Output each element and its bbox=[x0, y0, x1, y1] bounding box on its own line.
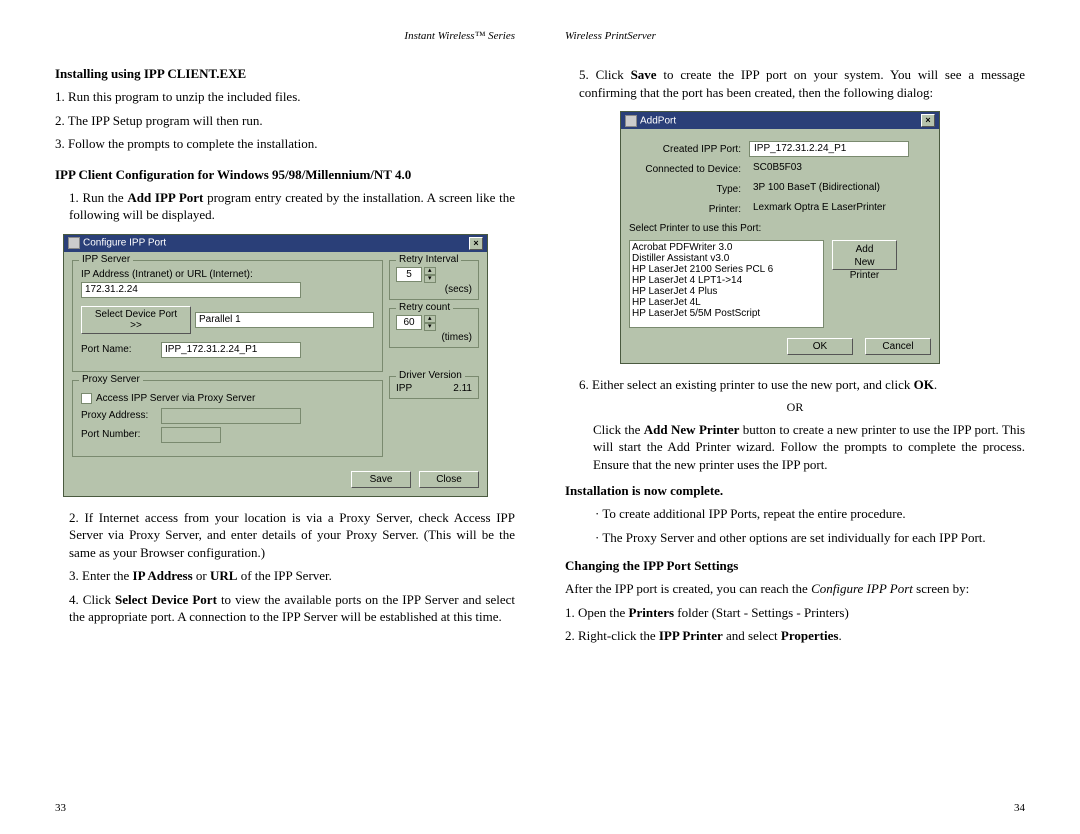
retry-interval-group: Retry Interval 5 ▴▾ (secs) bbox=[389, 260, 479, 300]
dialog-title: Configure IPP Port bbox=[83, 238, 166, 249]
retry-interval-input[interactable]: 5 bbox=[396, 267, 422, 282]
port-name-label: Port Name: bbox=[81, 344, 161, 355]
proxy-port-label: Port Number: bbox=[81, 429, 161, 440]
or-separator: OR bbox=[565, 400, 1025, 415]
left-page: Instant Wireless™ Series Installing usin… bbox=[30, 30, 540, 814]
step-text: 3. Enter the IP Address or URL of the IP… bbox=[55, 567, 515, 585]
type-value: 3P 100 BaseT (Bidirectional) bbox=[749, 181, 909, 197]
list-item[interactable]: HP LaserJet 4 LPT1->14 bbox=[632, 275, 821, 286]
unit-label: (times) bbox=[396, 332, 472, 343]
dialog-titlebar: AddPort × bbox=[621, 112, 939, 129]
close-icon[interactable]: × bbox=[921, 114, 935, 127]
bullet-text: · The Proxy Server and other options are… bbox=[595, 529, 1025, 547]
group-label: Retry Interval bbox=[396, 254, 461, 265]
retry-count-group: Retry count 60 ▴▾ (times) bbox=[389, 308, 479, 348]
list-item[interactable]: Distiller Assistant v3.0 bbox=[632, 253, 821, 264]
list-item[interactable]: HP LaserJet 5/5M PostScript bbox=[632, 308, 821, 319]
ip-url-input[interactable]: 172.31.2.24 bbox=[81, 282, 301, 298]
add-new-printer-button[interactable]: Add New Printer bbox=[832, 240, 897, 270]
proxy-checkbox[interactable] bbox=[81, 393, 92, 404]
group-label: IPP Server bbox=[79, 254, 133, 265]
proxy-port-input[interactable] bbox=[161, 427, 221, 443]
list-item[interactable]: HP LaserJet 4 Plus bbox=[632, 286, 821, 297]
list-item[interactable]: HP LaserJet 4L bbox=[632, 297, 821, 308]
list-item[interactable]: Acrobat PDFWriter 3.0 bbox=[632, 242, 821, 253]
ipp-server-group: IPP Server IP Address (Intranet) or URL … bbox=[72, 260, 383, 372]
port-name-input[interactable]: IPP_172.31.2.24_P1 bbox=[161, 342, 301, 358]
spinner-icon[interactable]: ▴▾ bbox=[424, 315, 436, 331]
proxy-server-group: Proxy Server Access IPP Server via Proxy… bbox=[72, 380, 383, 457]
heading-ipp-config: IPP Client Configuration for Windows 95/… bbox=[55, 167, 515, 183]
configure-ipp-port-dialog: Configure IPP Port × IPP Server IP Addre… bbox=[63, 234, 488, 497]
step-text: 2. If Internet access from your location… bbox=[55, 509, 515, 562]
retry-count-input[interactable]: 60 bbox=[396, 315, 422, 330]
step-text: 1. Run this program to unzip the include… bbox=[55, 88, 515, 106]
proxy-address-label: Proxy Address: bbox=[81, 410, 161, 421]
dialog-titlebar: Configure IPP Port × bbox=[64, 235, 487, 252]
app-icon bbox=[68, 237, 80, 249]
connected-device-value: SC0B5F03 bbox=[749, 161, 909, 177]
select-device-port-button[interactable]: Select Device Port >> bbox=[81, 306, 191, 334]
created-port-label: Created IPP Port: bbox=[629, 144, 749, 155]
app-icon bbox=[625, 115, 637, 127]
step-text: 1. Open the Printers folder (Start - Set… bbox=[565, 604, 1025, 622]
step-text: 2. The IPP Setup program will then run. bbox=[55, 112, 515, 130]
dialog-title: AddPort bbox=[640, 115, 676, 126]
group-label: Proxy Server bbox=[79, 374, 143, 385]
page-number: 33 bbox=[55, 802, 515, 814]
heading-change-settings: Changing the IPP Port Settings bbox=[565, 558, 1025, 574]
right-page: Wireless PrintServer 5. Click Save to cr… bbox=[540, 30, 1050, 814]
unit-label: (secs) bbox=[396, 284, 472, 295]
proxy-address-input[interactable] bbox=[161, 408, 301, 424]
proxy-checkbox-label: Access IPP Server via Proxy Server bbox=[96, 393, 255, 404]
page-number: 34 bbox=[565, 802, 1025, 814]
step-text: 1. Run the Add IPP Port program entry cr… bbox=[55, 189, 515, 224]
step-text: 6. Either select an existing printer to … bbox=[565, 376, 1025, 394]
device-port-value: Parallel 1 bbox=[195, 312, 374, 328]
step-text: 4. Click Select Device Port to view the … bbox=[55, 591, 515, 626]
group-label: Driver Version bbox=[396, 370, 465, 381]
intro-text: After the IPP port is created, you can r… bbox=[565, 580, 1025, 598]
save-button[interactable]: Save bbox=[351, 471, 411, 488]
driver-ipp-label: IPP bbox=[396, 383, 412, 394]
connected-device-label: Connected to Device: bbox=[629, 164, 749, 175]
list-item[interactable]: HP LaserJet 2100 Series PCL 6 bbox=[632, 264, 821, 275]
driver-ipp-value: 2.11 bbox=[453, 383, 472, 394]
created-port-value: IPP_172.31.2.24_P1 bbox=[749, 141, 909, 157]
series-header-right: Wireless PrintServer bbox=[565, 30, 1025, 42]
printer-value: Lexmark Optra E LaserPrinter bbox=[749, 201, 909, 217]
cancel-button[interactable]: Cancel bbox=[865, 338, 931, 355]
series-header-left: Instant Wireless™ Series bbox=[55, 30, 515, 42]
step-text: 5. Click Save to create the IPP port on … bbox=[565, 66, 1025, 101]
ok-button[interactable]: OK bbox=[787, 338, 853, 355]
group-label: Retry count bbox=[396, 302, 453, 313]
printer-label: Printer: bbox=[629, 204, 749, 215]
step-text: 3. Follow the prompts to complete the in… bbox=[55, 135, 515, 153]
addport-dialog: AddPort × Created IPP Port: IPP_172.31.2… bbox=[620, 111, 940, 364]
close-button[interactable]: Close bbox=[419, 471, 479, 488]
heading-complete: Installation is now complete. bbox=[565, 483, 1025, 499]
ip-url-label: IP Address (Intranet) or URL (Internet): bbox=[81, 269, 374, 280]
printer-listbox[interactable]: Acrobat PDFWriter 3.0 Distiller Assistan… bbox=[629, 240, 824, 328]
driver-version-group: Driver Version IPP 2.11 bbox=[389, 376, 479, 399]
step-text: Click the Add New Printer button to crea… bbox=[565, 421, 1025, 474]
step-text: 2. Right-click the IPP Printer and selec… bbox=[565, 627, 1025, 645]
heading-install: Installing using IPP CLIENT.EXE bbox=[55, 66, 515, 82]
close-icon[interactable]: × bbox=[469, 237, 483, 250]
bullet-text: · To create additional IPP Ports, repeat… bbox=[595, 505, 1025, 523]
type-label: Type: bbox=[629, 184, 749, 195]
select-printer-label: Select Printer to use this Port: bbox=[629, 223, 931, 234]
spinner-icon[interactable]: ▴▾ bbox=[424, 267, 436, 283]
